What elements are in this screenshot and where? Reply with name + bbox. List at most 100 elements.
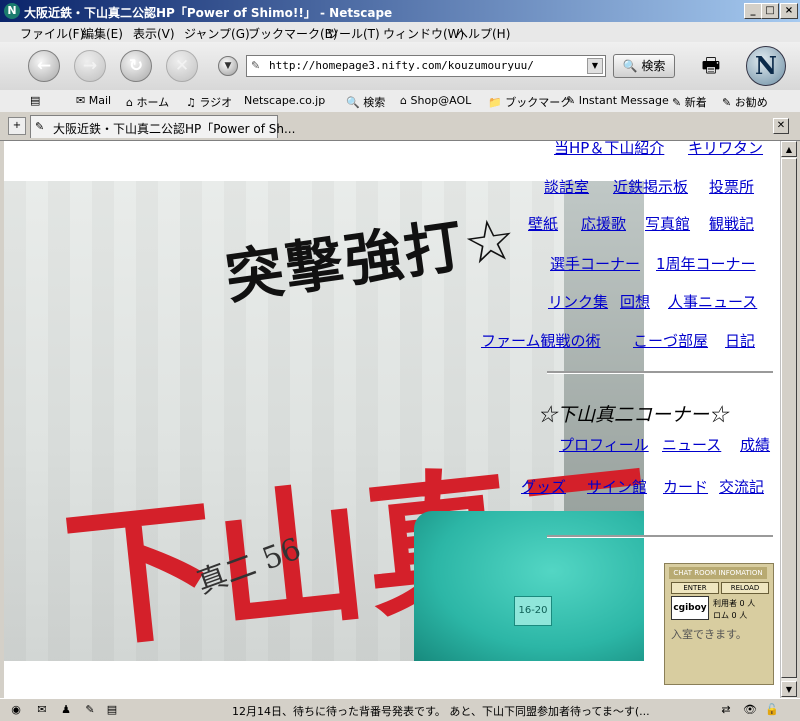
netscape-app-icon[interactable]: N bbox=[4, 3, 20, 19]
security-icon: 👁 bbox=[743, 703, 757, 716]
tab-label: 大阪近鉄・下山真二公認HP「Power of Sh... bbox=[53, 122, 296, 136]
menu-file[interactable]: ファイル(F) bbox=[20, 25, 84, 42]
link-players-corner[interactable]: 選手コーナー bbox=[550, 253, 640, 274]
scroll-down-icon[interactable]: ▼ bbox=[781, 681, 797, 697]
shimoyama-corner-heading: ☆下山真二コーナー☆ bbox=[538, 404, 729, 426]
chat-enter-button[interactable]: ENTER bbox=[671, 582, 719, 594]
link-memories[interactable]: 回想 bbox=[620, 291, 650, 312]
tab-close-icon[interactable]: ✕ bbox=[773, 118, 789, 134]
link-stats[interactable]: 成績 bbox=[740, 434, 770, 455]
chat-rom-unit: 人 bbox=[739, 611, 748, 620]
bookmark-bookmarks[interactable]: 📁 ブックマーク bbox=[488, 94, 571, 110]
minimize-button[interactable]: _ bbox=[744, 3, 762, 19]
link-kintetsu-board[interactable]: 近鉄掲示板 bbox=[613, 176, 688, 197]
bookmark-label: ブックマーク bbox=[505, 96, 572, 109]
link-diary[interactable]: 日記 bbox=[725, 330, 755, 351]
bookmark-search[interactable]: 🔍 検索 bbox=[346, 94, 385, 110]
chat-rom-count: 0 bbox=[731, 611, 737, 620]
menu-jump[interactable]: ジャンプ(G) bbox=[184, 25, 250, 42]
netscape-status-icon[interactable]: ◉ bbox=[8, 702, 24, 718]
close-button[interactable]: × bbox=[780, 3, 798, 19]
netscape-logo-icon[interactable]: N bbox=[746, 46, 786, 86]
menu-bar: ファイル(F) 編集(E) 表示(V) ジャンプ(G) ブックマーク(B) ツー… bbox=[0, 22, 800, 42]
bookmark-home[interactable]: ⌂ ホーム bbox=[126, 94, 169, 110]
link-chatroom[interactable]: 談話室 bbox=[544, 176, 589, 197]
stop-icon[interactable]: ✕ bbox=[166, 50, 198, 82]
link-autographs[interactable]: サイン館 bbox=[587, 476, 647, 497]
url-field[interactable]: ✎ http://homepage3.nifty.com/kouzumouryu… bbox=[246, 55, 606, 77]
link-news[interactable]: ニュース bbox=[662, 434, 721, 455]
window-title-bar[interactable]: N 大阪近鉄・下山真二公認HP「Power of Shimo!!」 - Nets… bbox=[0, 0, 800, 22]
menu-view[interactable]: 表示(V) bbox=[133, 25, 175, 42]
chat-status: 入室できます。 bbox=[671, 628, 747, 641]
bookmark-new[interactable]: ✎ 新着 bbox=[672, 94, 707, 110]
new-tab-icon[interactable]: + bbox=[8, 117, 26, 135]
print-icon[interactable]: 🖶 bbox=[697, 50, 725, 80]
menu-help[interactable]: ヘルプ(H) bbox=[456, 25, 510, 42]
link-goods[interactable]: グッズ bbox=[521, 476, 566, 497]
forward-arrow-icon[interactable]: → bbox=[74, 50, 106, 82]
site-navigation: 当HP＆下山紹介 キリワタン 談話室 近鉄掲示板 投票所 壁紙 応援歌 写真館 … bbox=[4, 141, 780, 698]
maximize-button[interactable]: □ bbox=[761, 3, 779, 19]
menu-bookmarks[interactable]: ブックマーク(B) bbox=[248, 25, 338, 42]
chat-users-count: 0 bbox=[739, 599, 745, 608]
search-button[interactable]: 🔍 検索 bbox=[613, 54, 675, 78]
bookmark-label: Instant Message bbox=[578, 94, 669, 107]
link-kouzu-room[interactable]: こーづ部屋 bbox=[633, 330, 708, 351]
bookmark-radio[interactable]: ♫ ラジオ bbox=[186, 94, 232, 110]
window-title: 大阪近鉄・下山真二公認HP「Power of Shimo!!」 - Netsca… bbox=[24, 6, 393, 20]
link-profile[interactable]: プロフィール bbox=[559, 434, 649, 455]
divider bbox=[547, 371, 773, 374]
chat-users-unit: 人 bbox=[747, 599, 756, 608]
connection-icon: ⇄ bbox=[721, 703, 731, 716]
link-cheer-song[interactable]: 応援歌 bbox=[581, 213, 626, 234]
page-content: 突撃強打☆ 下山真二 真二 56 16-20 当HP＆下山紹介 キリワタン 談話… bbox=[4, 141, 780, 698]
link-exchange[interactable]: 交流記 bbox=[719, 476, 764, 497]
link-about[interactable]: 当HP＆下山紹介 bbox=[554, 141, 664, 158]
link-personnel-news[interactable]: 人事ニュース bbox=[668, 291, 757, 312]
bookmark-label: ラジオ bbox=[199, 96, 233, 109]
page-icon: ✎ bbox=[251, 59, 261, 72]
chat-reload-button[interactable]: RELOAD bbox=[721, 582, 769, 594]
cgiboy-logo[interactable]: cgiboy bbox=[671, 596, 709, 620]
aim-icon[interactable]: ♟ bbox=[58, 702, 74, 718]
url-history-icon[interactable]: ▼ bbox=[587, 58, 603, 74]
tab-active[interactable]: ✎ 大阪近鉄・下山真二公認HP「Power of Sh... bbox=[30, 115, 295, 138]
lock-icon: 🔓 bbox=[765, 703, 779, 716]
scroll-up-icon[interactable]: ▲ bbox=[781, 141, 797, 157]
bookmark-label: 検索 bbox=[363, 96, 386, 109]
vertical-scrollbar[interactable]: ▲ ▼ bbox=[780, 141, 797, 698]
url-text[interactable]: http://homepage3.nifty.com/kouzumouryuu/ bbox=[269, 59, 534, 72]
composer-icon[interactable]: ✎ bbox=[82, 702, 98, 718]
link-game-report[interactable]: 観戦記 bbox=[709, 213, 754, 234]
bookmark-instant-message[interactable]: ✎ Instant Message bbox=[566, 94, 669, 107]
mail-icon[interactable]: ✉ bbox=[34, 702, 50, 718]
address-book-icon[interactable]: ▤ bbox=[104, 702, 120, 718]
chat-rom-row: ロム 0 人 bbox=[713, 610, 747, 621]
menu-edit[interactable]: 編集(E) bbox=[82, 25, 123, 42]
link-kiriban[interactable]: キリワタン bbox=[688, 141, 763, 158]
link-anniversary[interactable]: 1周年コーナー bbox=[656, 253, 756, 274]
bookmark-mail[interactable]: ✉ Mail bbox=[76, 94, 111, 107]
menu-tools[interactable]: ツール(T) bbox=[327, 25, 380, 42]
tab-bar: + ✎ 大阪近鉄・下山真二公認HP「Power of Sh... ✕ bbox=[0, 112, 800, 141]
link-wallpaper[interactable]: 壁紙 bbox=[528, 213, 558, 234]
bookmark-recommend[interactable]: ✎ お勧め bbox=[722, 94, 768, 110]
chat-room-widget: CHAT ROOM INFOMATION ENTER RELOAD cgiboy… bbox=[664, 563, 774, 685]
bookmark-netscape[interactable]: Netscape.co.jp bbox=[244, 94, 325, 107]
reload-icon[interactable]: ↻ bbox=[120, 50, 152, 82]
bookmark-shop-aol[interactable]: ⌂ Shop@AOL bbox=[400, 94, 471, 107]
link-farm-watching[interactable]: ファーム観戦の術 bbox=[481, 330, 601, 351]
bookmark-label: ホーム bbox=[136, 96, 170, 109]
menu-window[interactable]: ウィンドウ(W) bbox=[383, 25, 464, 42]
link-cards[interactable]: カード bbox=[663, 476, 708, 497]
chat-title: CHAT ROOM INFOMATION bbox=[669, 567, 767, 579]
link-links[interactable]: リンク集 bbox=[548, 291, 608, 312]
scroll-thumb[interactable] bbox=[781, 158, 797, 678]
link-photo-gallery[interactable]: 写真館 bbox=[645, 213, 690, 234]
url-dropdown-icon[interactable]: ▼ bbox=[218, 56, 238, 76]
back-arrow-icon[interactable]: ← bbox=[28, 50, 60, 82]
home-tab-icon[interactable]: ▤ bbox=[30, 94, 40, 107]
link-poll[interactable]: 投票所 bbox=[709, 176, 754, 197]
bookmark-label: Netscape.co.jp bbox=[244, 94, 326, 107]
